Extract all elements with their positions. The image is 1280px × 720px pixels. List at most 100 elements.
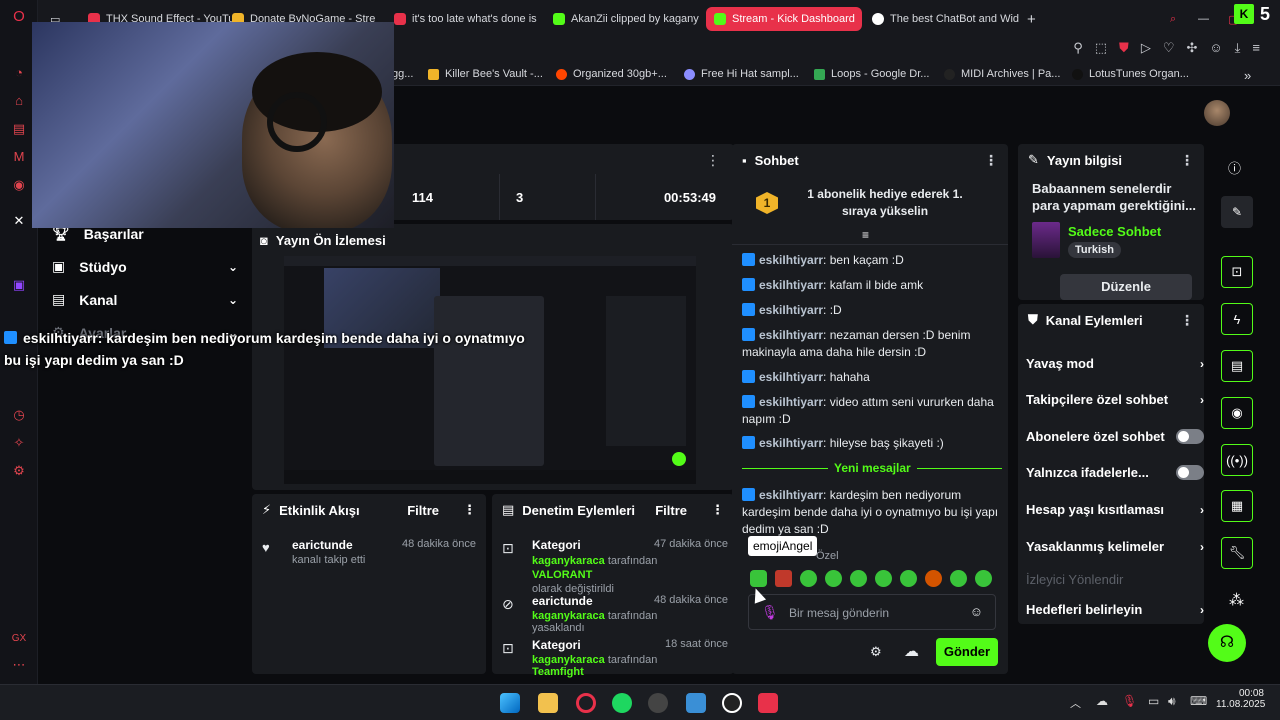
aria-icon[interactable]: ▤ xyxy=(10,120,28,138)
nav-studio[interactable]: ▣ Stüdyo ⌄ xyxy=(52,258,238,275)
shield-icon[interactable]: ⛊ xyxy=(1119,40,1129,56)
category-thumbnail[interactable] xyxy=(1032,222,1060,258)
goals-item[interactable]: Hedefleri belirleyin › xyxy=(1026,602,1204,617)
banned-words-item[interactable]: Yasaklanmış kelimeler › xyxy=(1026,539,1204,554)
language-icon[interactable]: ⌨ xyxy=(1190,694,1207,708)
bookmark-item[interactable]: Free Hi Hat sampl... xyxy=(684,68,799,80)
moderator-name[interactable]: kaganykaraca xyxy=(532,654,605,666)
collapse-icon[interactable]: ≡ xyxy=(862,228,869,242)
gx-icon[interactable]: GX xyxy=(10,630,28,648)
emote-angel[interactable] xyxy=(750,570,767,587)
app-icon[interactable] xyxy=(686,693,706,713)
snapshot-icon[interactable]: ⬚ xyxy=(1095,40,1107,56)
channel-actions-menu-icon[interactable]: ⋮ xyxy=(1180,312,1194,329)
search-icon[interactable]: ⌕ xyxy=(1170,7,1186,31)
emote-item[interactable] xyxy=(875,570,892,587)
emote-item[interactable] xyxy=(850,570,867,587)
twitch-icon[interactable]: ▣ xyxy=(10,276,28,294)
messenger-icon[interactable]: ◉ xyxy=(10,176,28,194)
account-age-item[interactable]: Hesap yaşı kısıtlaması › xyxy=(1026,502,1204,517)
chat-username[interactable]: eskiIhtiyarr xyxy=(759,278,823,292)
heart-icon[interactable]: ♡ xyxy=(1163,40,1175,56)
bookmark-item[interactable]: Loops - Google Dr... xyxy=(814,68,929,80)
tray-chevron-icon[interactable]: ︿ xyxy=(1070,695,1081,711)
tab-akanzii[interactable]: AkanZii clipped by kagany xyxy=(553,7,705,31)
clip-rail-button[interactable]: ⊡ xyxy=(1221,256,1253,288)
spotify-icon[interactable] xyxy=(612,693,632,713)
minimize-button[interactable]: — xyxy=(1198,7,1214,31)
new-tab-button[interactable]: + xyxy=(1027,7,1041,31)
home-icon[interactable]: ⌂ xyxy=(10,92,28,110)
bolt-rail-button[interactable]: ϟ xyxy=(1221,303,1253,335)
chat-menu-icon[interactable]: ⋮ xyxy=(984,152,998,169)
bookmark-item[interactable]: Killer Bee's Vault -... xyxy=(428,68,543,80)
activity-menu-icon[interactable]: ⋮ xyxy=(463,502,476,518)
chat-username[interactable]: eskiIhtiyarr xyxy=(759,395,823,409)
preview-video[interactable] xyxy=(284,256,696,484)
windows-start-icon[interactable] xyxy=(500,693,520,713)
edit-rail-icon[interactable]: ✎ xyxy=(1221,196,1253,228)
bot-icon[interactable]: ☁ xyxy=(904,642,919,660)
layout-rail-button[interactable]: ▦ xyxy=(1221,490,1253,522)
opera-gx-icon[interactable] xyxy=(576,693,596,713)
emotes-only-toggle[interactable] xyxy=(1176,465,1204,480)
apps-icon[interactable]: ⁂ xyxy=(1229,591,1244,609)
chat-username[interactable]: eskiIhtiyarr xyxy=(759,253,823,267)
speed-dial-icon[interactable]: ◔ xyxy=(10,64,28,82)
pinned-goal[interactable]: 1 abonelik hediye ederek 1. sıraya yükse… xyxy=(790,186,980,220)
broadcast-rail-button[interactable]: ((•)) xyxy=(1221,444,1253,476)
bookmark-item[interactable]: MIDI Archives | Pa... xyxy=(944,68,1060,80)
notes-rail-button[interactable]: ▤ xyxy=(1221,350,1253,382)
subs-only-item[interactable]: Abonelere özel sohbet xyxy=(1026,429,1204,444)
more-icon[interactable]: ⋯ xyxy=(10,656,28,674)
pinned-app-icon[interactable] xyxy=(758,693,778,713)
chat-username[interactable]: eskiIhtiyarr xyxy=(759,436,823,450)
obs-icon[interactable] xyxy=(648,693,668,713)
tab-chatbot[interactable]: The best ChatBot and Wid xyxy=(872,7,1024,31)
network-icon[interactable]: ▭ xyxy=(1148,694,1159,708)
play-icon[interactable]: ▷ xyxy=(1141,40,1151,56)
support-button[interactable]: ☊ xyxy=(1208,624,1246,662)
tab-too-late[interactable]: it's too late what's done is xyxy=(394,7,546,31)
activity-filter-button[interactable]: Filtre xyxy=(407,503,439,518)
pin-icon[interactable]: ⚲ xyxy=(1073,40,1083,56)
user-avatar[interactable] xyxy=(1204,100,1230,126)
nav-channel[interactable]: ▤ Kanal ⌄ xyxy=(52,291,238,308)
menu-icon[interactable]: ≡ xyxy=(1252,40,1260,56)
media-player-icon[interactable] xyxy=(722,693,742,713)
stream-info-menu-icon[interactable]: ⋮ xyxy=(1180,152,1194,169)
bookmark-item[interactable]: LotusTunes Organ... xyxy=(1072,68,1189,80)
emote-item[interactable] xyxy=(800,570,817,587)
chat-settings-icon[interactable]: ⚙ xyxy=(870,644,882,660)
stats-menu-icon[interactable]: ⋮ xyxy=(706,152,720,169)
history-icon[interactable]: ◷ xyxy=(10,406,28,424)
store-icon[interactable] xyxy=(538,693,558,713)
volume-icon[interactable]: 🔊︎ xyxy=(1168,694,1176,709)
chat-input-box[interactable]: 🎙︎ Bir mesaj gönderin ☺ xyxy=(748,594,996,630)
moderation-menu-icon[interactable]: ⋮ xyxy=(711,502,724,518)
opera-logo-icon[interactable]: O xyxy=(10,8,28,26)
moderator-name[interactable]: kaganykaraca xyxy=(532,555,605,567)
chat-username[interactable]: eskiIhtiyarr xyxy=(759,488,823,502)
emote-item[interactable] xyxy=(950,570,967,587)
tray-mic-icon[interactable]: 🎙︎ xyxy=(1122,694,1137,708)
settings-icon[interactable]: ⚙ xyxy=(10,462,28,480)
emotes-only-item[interactable]: Yalnızca ifadelerle... xyxy=(1026,465,1204,480)
chat-rail-button[interactable]: ◉ xyxy=(1221,397,1253,429)
moderation-filter-button[interactable]: Filtre xyxy=(655,503,687,518)
bookmark-item[interactable]: gg... xyxy=(392,68,413,80)
emote-item[interactable] xyxy=(975,570,992,587)
more-bookmarks-icon[interactable]: » xyxy=(1244,68,1251,83)
chat-username[interactable]: eskiIhtiyarr xyxy=(759,370,823,384)
clock[interactable]: 00:08 11.08.2025 xyxy=(1216,688,1265,710)
microphone-icon[interactable]: 🎙︎ xyxy=(761,604,779,621)
moderator-name[interactable]: kaganykaraca xyxy=(532,610,605,622)
chat-username[interactable]: eskiIhtiyarr xyxy=(759,303,823,317)
edit-button[interactable]: Düzenle xyxy=(1060,274,1192,300)
info-icon[interactable]: ⓘ xyxy=(1228,158,1241,177)
bookmark-item[interactable]: Organized 30gb+... xyxy=(556,68,667,80)
emoji-icon[interactable]: ☺ xyxy=(970,604,983,619)
followers-only-item[interactable]: Takipçilere özel sohbet › xyxy=(1026,392,1204,407)
category-link[interactable]: Sadece Sohbet xyxy=(1068,224,1161,239)
gmail-icon[interactable]: M xyxy=(10,148,28,166)
